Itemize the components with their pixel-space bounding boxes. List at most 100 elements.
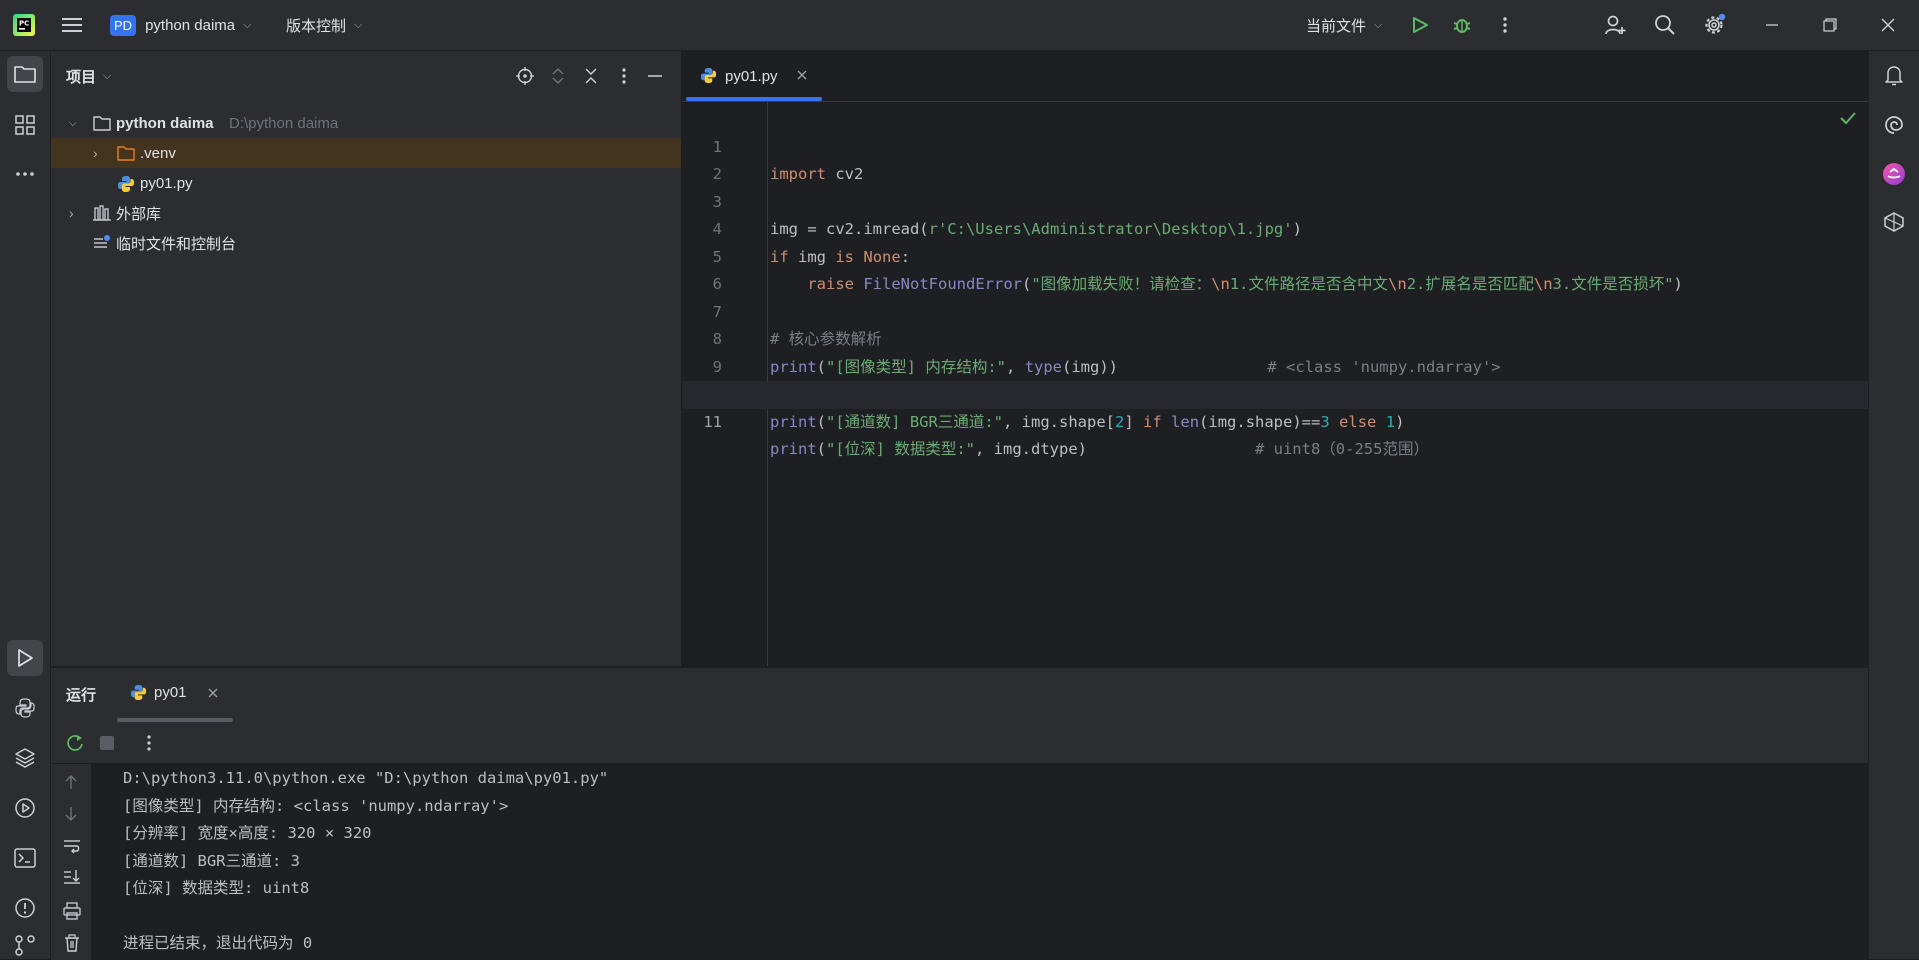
- console-line: D:\python3.11.0\python.exe "D:\python da…: [123, 769, 609, 787]
- console-line: [分辨率] 宽度×高度: 320 × 320: [123, 824, 372, 842]
- rerun-icon[interactable]: [65, 733, 85, 756]
- run-panel-header: 运行 py01: [51, 668, 1868, 722]
- close-window-icon[interactable]: [1876, 13, 1900, 37]
- editor-tab-py01[interactable]: py01.py: [682, 51, 822, 101]
- soft-wrap-icon[interactable]: [63, 838, 81, 857]
- structure-icon[interactable]: [7, 107, 43, 143]
- notifications-bell-icon[interactable]: [1876, 57, 1912, 93]
- console-line: [位深] 数据类型: uint8: [123, 879, 310, 897]
- terminal-icon[interactable]: [7, 840, 43, 876]
- svg-text:PC: PC: [19, 20, 29, 28]
- project-panel: 项目 ⌵ ⌵ python daima D:\python daima › .v…: [51, 51, 682, 666]
- scratches-label: 临时文件和控制台: [116, 235, 237, 253]
- debug-icon[interactable]: [1450, 13, 1474, 37]
- copilot-icon[interactable]: [1876, 204, 1912, 240]
- venv-folder-name: .venv: [140, 144, 176, 162]
- project-switcher[interactable]: PD python daima ⌵: [110, 0, 251, 50]
- scroll-up-arrow-icon[interactable]: [64, 774, 78, 793]
- tree-item-venv[interactable]: › .venv: [51, 138, 681, 168]
- stop-icon[interactable]: [99, 735, 115, 754]
- code-line: 10 print("[通道数] BGR三通道:", img.shape[2] i…: [682, 354, 1868, 431]
- console-line: 进程已结束，退出代码为 0: [123, 934, 313, 952]
- tree-item-project-root[interactable]: ⌵ python daima D:\python daima: [51, 108, 681, 138]
- project-name: python daima: [145, 16, 236, 34]
- right-tool-strip: [1868, 51, 1919, 959]
- more-tools-icon[interactable]: [7, 156, 43, 192]
- expand-all-icon[interactable]: [548, 66, 568, 86]
- options-icon[interactable]: [614, 66, 634, 86]
- problems-icon[interactable]: [7, 890, 43, 926]
- tree-item-py01[interactable]: py01.py: [51, 168, 681, 198]
- run-tool-icon[interactable]: [7, 640, 43, 676]
- settings-gear-icon[interactable]: [1701, 12, 1727, 38]
- vcs-menu[interactable]: 版本控制 ⌵: [286, 0, 362, 50]
- main-menu-icon[interactable]: [60, 13, 84, 37]
- code-line-current: 11 print("[位深] 数据类型:", img.dtype) # uint…: [682, 381, 1868, 458]
- code-area[interactable]: 1 import cv2 2 3 img = cv2.imread(r'C:\U…: [682, 102, 1868, 666]
- code-line: 1 import cv2: [682, 106, 1868, 184]
- tree-item-external-libraries[interactable]: › 外部库: [51, 198, 681, 228]
- run-console-output[interactable]: D:\python3.11.0\python.exe "D:\python da…: [91, 763, 1868, 960]
- trash-icon[interactable]: [64, 934, 80, 955]
- line-content-11: print("[位深] 数据类型:", img.dtype) # uint8（0…: [770, 440, 1429, 458]
- project-root-name: python daima: [116, 114, 214, 132]
- project-tool-folder-icon[interactable]: [7, 56, 43, 92]
- collapse-all-icon[interactable]: [581, 66, 601, 86]
- code-line: 3 img = cv2.imread(r'C:\Users\Administra…: [682, 161, 1868, 239]
- scroll-to-end-icon[interactable]: [63, 869, 81, 888]
- services-icon[interactable]: [7, 790, 43, 826]
- code-line: 9 print("[分辨率] 宽度×高度:", img.shape[1], "×…: [682, 326, 1868, 404]
- pycharm-logo-icon[interactable]: PC: [12, 13, 36, 37]
- layers-icon[interactable]: [7, 740, 43, 776]
- console-side-toolbar: [51, 764, 91, 960]
- scratches-icon: [93, 235, 111, 255]
- minimize-icon[interactable]: [1760, 13, 1784, 37]
- line-number: 11: [703, 412, 722, 431]
- chevron-down-icon: ⌵: [69, 117, 77, 129]
- chevron-down-icon: ⌵: [103, 69, 112, 82]
- active-tab-indicator: [117, 718, 233, 722]
- run-panel-title: 运行: [66, 687, 97, 704]
- excluded-folder-icon: [117, 145, 135, 165]
- chevron-right-icon: ›: [93, 145, 98, 161]
- print-icon[interactable]: [63, 902, 81, 923]
- python-file-icon: [700, 67, 717, 87]
- library-icon: [93, 205, 111, 225]
- hide-panel-icon[interactable]: [645, 66, 665, 86]
- code-line: 2: [682, 134, 1868, 183]
- vcs-git-icon[interactable]: [7, 931, 43, 959]
- code-line: 8 print("[图像类型] 内存结构:", type(img)) # <cl…: [682, 299, 1868, 376]
- run-tab-label: py01: [154, 684, 187, 701]
- search-icon[interactable]: [1652, 12, 1678, 38]
- editor-tab-bar: py01.py: [682, 51, 1868, 102]
- run-panel: 运行 py01 D:\python3.11.0\python.exe "D:\p…: [51, 667, 1868, 960]
- restore-icon[interactable]: [1818, 13, 1842, 37]
- locate-file-icon[interactable]: [515, 66, 535, 86]
- run-config-selector[interactable]: 当前文件 ⌵: [1306, 0, 1382, 50]
- python-console-icon[interactable]: [7, 690, 43, 726]
- project-root-path: D:\python daima: [229, 114, 339, 132]
- run-tab-py01[interactable]: py01: [117, 668, 233, 722]
- close-tab-icon[interactable]: [207, 687, 219, 702]
- scroll-down-arrow-icon[interactable]: [64, 806, 78, 825]
- add-user-icon[interactable]: [1602, 12, 1628, 38]
- project-view-selector[interactable]: 项目 ⌵: [66, 51, 111, 101]
- python-file-icon: [130, 684, 147, 704]
- run-icon[interactable]: [1408, 13, 1432, 37]
- tree-item-scratches[interactable]: 临时文件和控制台: [51, 228, 681, 258]
- folder-icon: [93, 115, 111, 135]
- chevron-down-icon: ⌵: [354, 18, 363, 31]
- more-actions-icon[interactable]: [147, 735, 151, 754]
- ai-spiral-icon[interactable]: [1876, 107, 1912, 143]
- more-actions-icon[interactable]: [1495, 13, 1515, 37]
- chevron-down-icon: ⌵: [1374, 18, 1383, 31]
- code-editor: py01.py 1 import cv2 2 3 img = cv2.imrea…: [682, 51, 1868, 666]
- console-line: [通道数] BGR三通道: 3: [123, 851, 300, 870]
- plugin-app-icon[interactable]: [1876, 156, 1912, 192]
- code-line: 5 raise FileNotFoundError("图像加载失败！请检查：\n…: [682, 216, 1868, 294]
- chevron-down-icon: ⌵: [243, 18, 252, 31]
- run-config-label: 当前文件: [1306, 17, 1367, 35]
- project-panel-header: 项目 ⌵: [51, 51, 681, 101]
- close-tab-icon[interactable]: [796, 69, 808, 84]
- project-badge: PD: [110, 14, 137, 36]
